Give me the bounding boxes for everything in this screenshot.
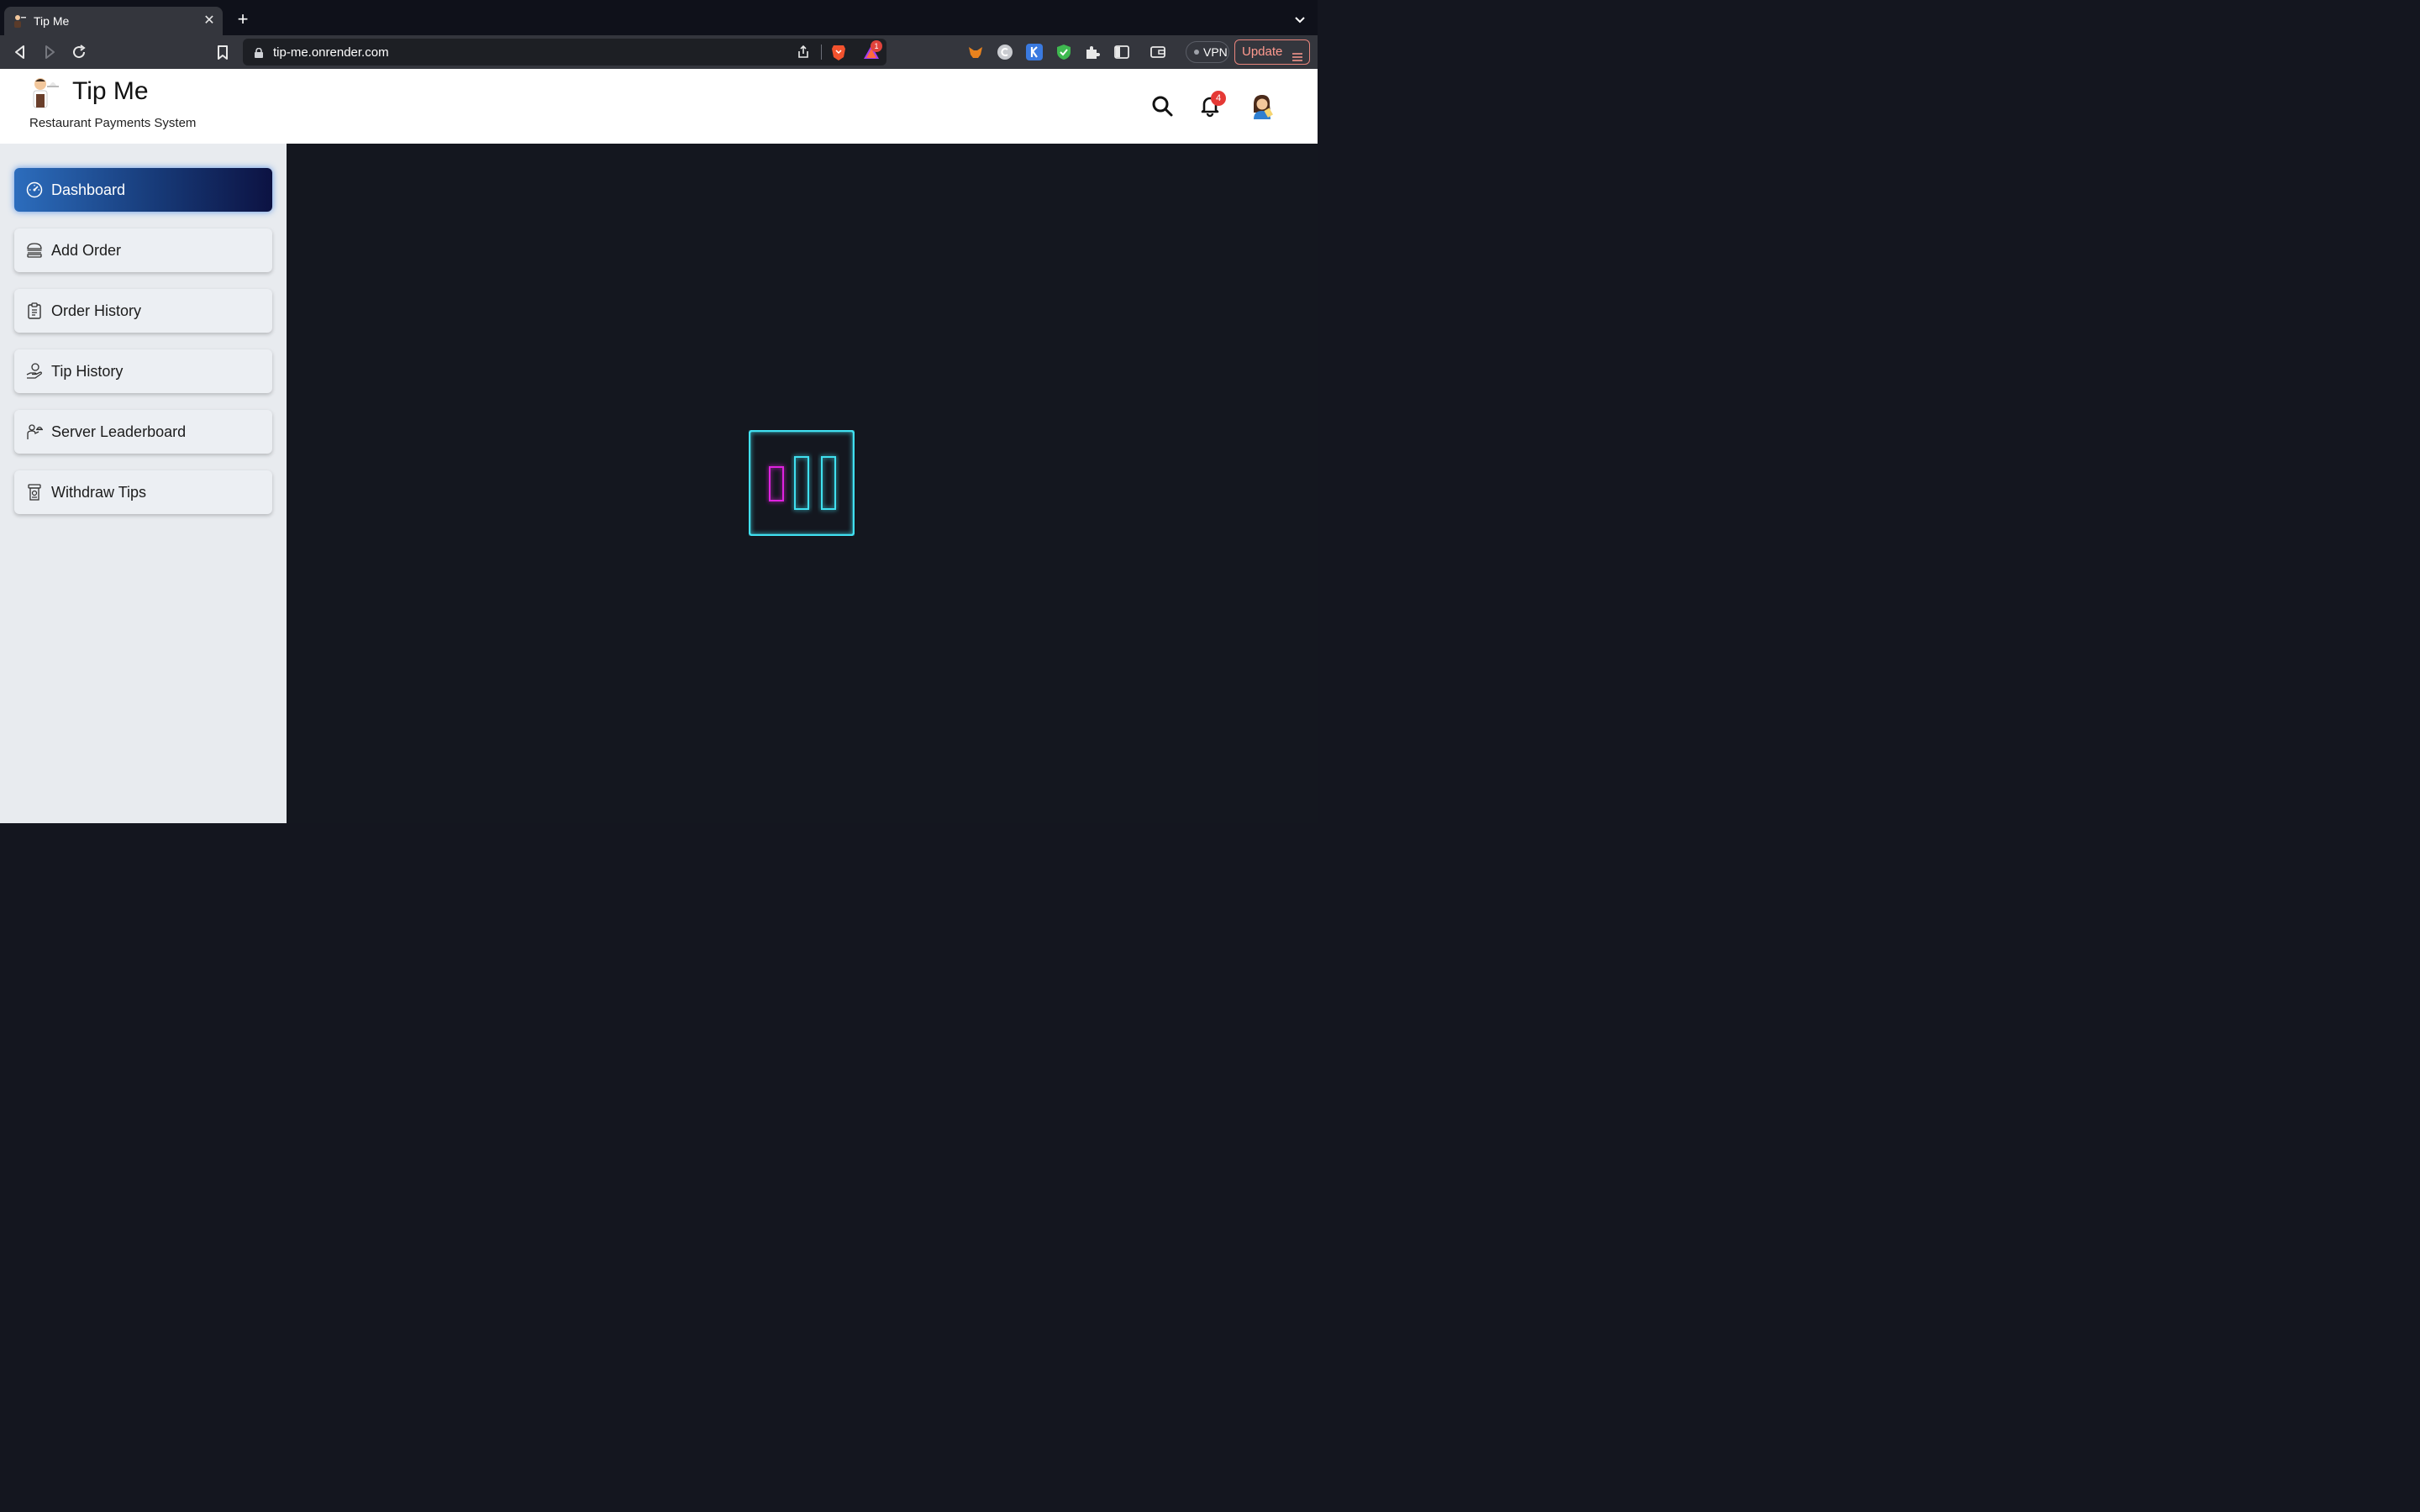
user-avatar[interactable] <box>1249 92 1276 119</box>
sidebar-toggle-icon[interactable] <box>1113 44 1130 60</box>
browser-toolbar: tip-me.onrender.com 1 VPN Update <box>0 35 1318 69</box>
app-subtitle: Restaurant Payments System <box>29 116 197 130</box>
address-bar-divider <box>821 45 822 60</box>
sidebar-item-label: Dashboard <box>51 181 126 198</box>
sidebar-item-label: Add Order <box>51 242 122 259</box>
browser-tab[interactable]: Tip Me ✕ <box>4 7 223 35</box>
atm-icon <box>26 484 43 501</box>
speedometer-icon <box>26 181 43 198</box>
address-bar[interactable]: tip-me.onrender.com 1 <box>243 39 886 66</box>
back-icon[interactable] <box>10 42 30 62</box>
sidebar-item-label: Server Leaderboard <box>51 423 187 440</box>
extensions-puzzle-icon[interactable] <box>1084 44 1101 60</box>
sidebar-item-label: Order History <box>51 302 142 319</box>
sidebar-item-server-leaderboard[interactable]: Server Leaderboard <box>14 410 272 454</box>
metamask-extension-icon[interactable] <box>967 44 984 60</box>
sidebar-item-order-history[interactable]: Order History <box>14 289 272 333</box>
waiter-logo-icon[interactable] <box>29 76 62 109</box>
forward-icon[interactable] <box>39 42 60 62</box>
clipboard-icon <box>26 302 43 319</box>
waiter-favicon-icon <box>12 13 27 29</box>
grammar-extension-icon[interactable] <box>997 44 1013 60</box>
notification-count-badge: 4 <box>1211 91 1226 106</box>
sidebar-item-withdraw-tips[interactable]: Withdraw Tips <box>14 470 272 514</box>
tab-list-chevron-icon[interactable] <box>1292 12 1307 27</box>
sidebar: Dashboard Add Order Order History Tip Hi… <box>0 144 287 823</box>
wallet-icon[interactable] <box>1150 44 1166 60</box>
browser-tab-bar: Tip Me ✕ + <box>0 0 1318 35</box>
sidebar-item-label: Withdraw Tips <box>51 484 147 501</box>
close-tab-icon[interactable]: ✕ <box>201 13 218 29</box>
brave-shields-icon[interactable] <box>829 43 848 61</box>
app-title: Tip Me <box>72 77 149 105</box>
search-icon[interactable] <box>1150 94 1174 118</box>
url-text[interactable]: tip-me.onrender.com <box>273 45 389 60</box>
lock-icon[interactable] <box>255 47 263 58</box>
reload-icon[interactable] <box>69 42 89 62</box>
sidebar-item-add-order[interactable]: Add Order <box>14 228 272 272</box>
app-header: Tip Me Restaurant Payments System 4 <box>0 69 1318 144</box>
loading-spinner-icon <box>748 429 855 537</box>
sidebar-item-dashboard[interactable]: Dashboard <box>14 168 272 212</box>
main-content <box>287 144 1318 823</box>
new-tab-icon[interactable]: + <box>234 10 252 29</box>
update-label: Update <box>1242 45 1283 59</box>
waiter-icon <box>26 423 44 440</box>
sidebar-item-tip-history[interactable]: Tip History <box>14 349 272 393</box>
vpn-label: VPN <box>1203 45 1228 59</box>
hand-coin-icon <box>26 363 43 380</box>
k-extension-icon[interactable] <box>1026 44 1043 60</box>
shield-check-extension-icon[interactable] <box>1055 44 1072 60</box>
browser-tab-title: Tip Me <box>34 14 70 28</box>
hamburger-menu-icon <box>1292 47 1302 61</box>
update-button[interactable]: Update <box>1234 39 1310 65</box>
sidebar-item-label: Tip History <box>51 363 124 380</box>
vpn-status-dot <box>1194 50 1199 55</box>
vpn-button[interactable]: VPN <box>1186 41 1229 63</box>
bookmark-icon[interactable] <box>213 42 233 62</box>
share-icon[interactable] <box>796 45 811 60</box>
burger-icon <box>26 242 43 259</box>
rewards-badge: 1 <box>871 40 882 52</box>
